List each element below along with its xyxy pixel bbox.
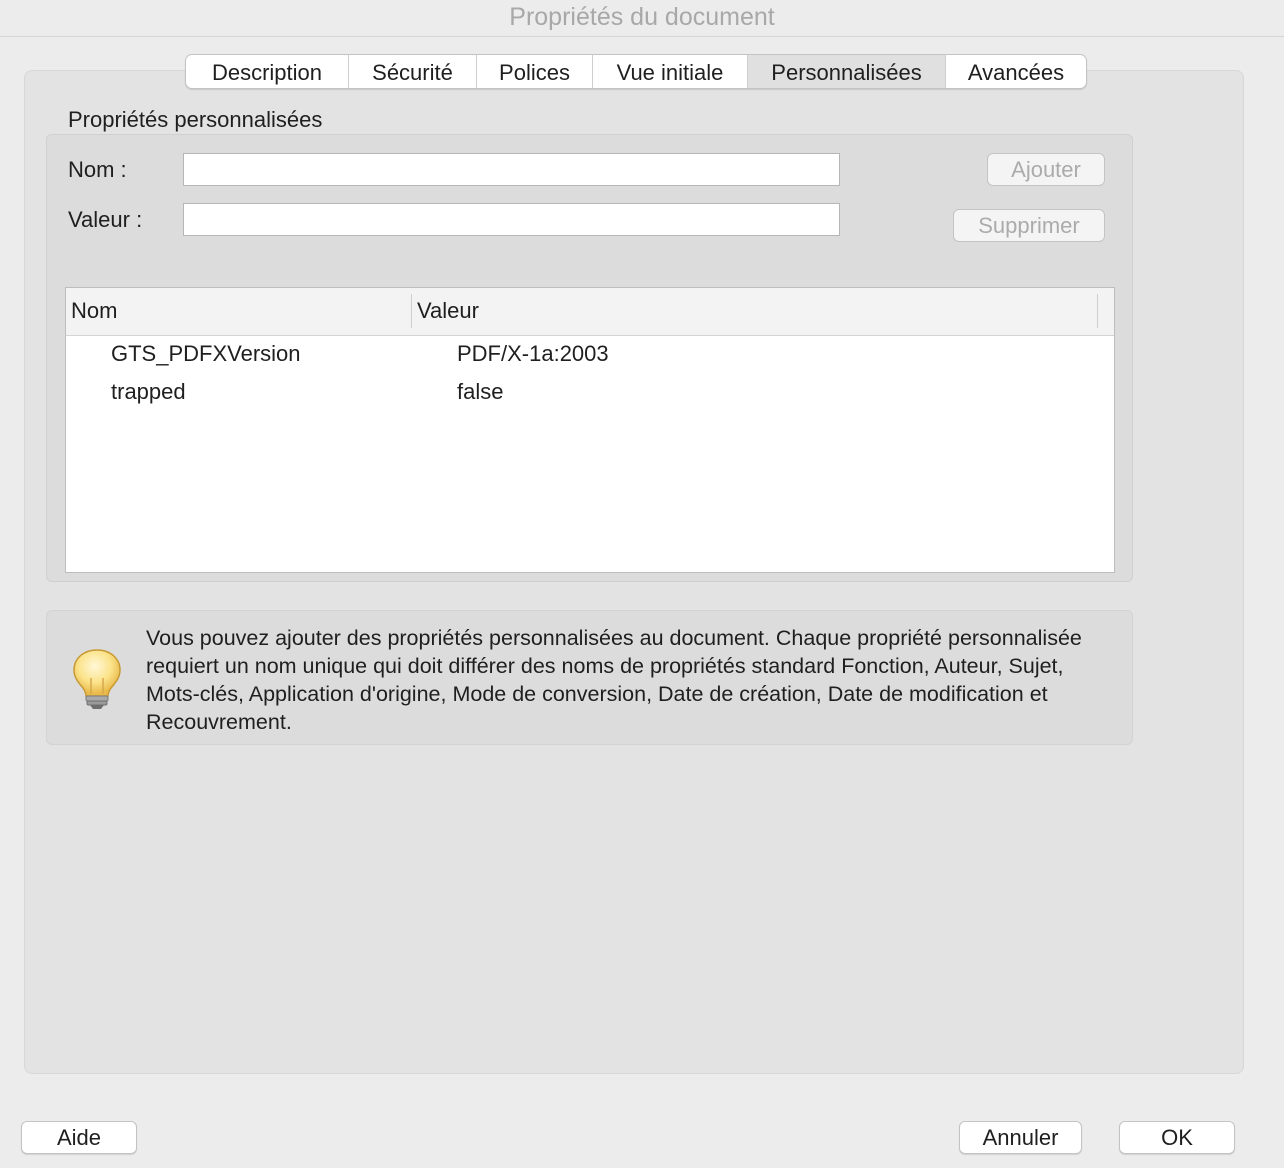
tab-bar: Description Sécurité Polices Vue initial… <box>185 54 1087 89</box>
tab-securite[interactable]: Sécurité <box>349 55 477 88</box>
custom-properties-heading: Propriétés personnalisées <box>68 107 323 132</box>
properties-table[interactable]: Nom Valeur GTS_PDFXVersion PDF/X-1a:2003… <box>65 287 1115 573</box>
row-name-cell: trapped <box>111 379 186 404</box>
add-button[interactable]: Ajouter <box>987 153 1105 186</box>
tab-personnalisees[interactable]: Personnalisées <box>748 55 946 88</box>
info-text: Vous pouvez ajouter des propriétés perso… <box>146 626 1082 734</box>
table-header: Nom Valeur <box>66 288 1114 336</box>
tab-description[interactable]: Description <box>186 55 349 88</box>
tab-avancees[interactable]: Avancées <box>946 55 1086 88</box>
column-header-name[interactable]: Nom <box>71 298 117 324</box>
title-bar: Propriétés du document <box>0 0 1284 37</box>
column-divider <box>1097 294 1098 328</box>
column-divider[interactable] <box>411 294 412 328</box>
window-title: Propriétés du document <box>509 3 775 31</box>
table-row[interactable]: GTS_PDFXVersion PDF/X-1a:2003 <box>66 336 1114 374</box>
column-header-value[interactable]: Valeur <box>417 298 479 324</box>
name-field[interactable] <box>183 153 840 186</box>
table-row[interactable]: trapped false <box>66 374 1114 412</box>
tab-vue-initiale[interactable]: Vue initiale <box>593 55 748 88</box>
value-label: Valeur : <box>68 207 143 232</box>
name-label: Nom : <box>68 157 127 182</box>
ok-button[interactable]: OK <box>1119 1121 1235 1154</box>
cancel-button[interactable]: Annuler <box>959 1121 1082 1154</box>
row-name-cell: GTS_PDFXVersion <box>111 341 301 366</box>
lightbulb-icon <box>73 649 121 709</box>
help-button[interactable]: Aide <box>21 1121 137 1154</box>
value-field[interactable] <box>183 203 840 236</box>
delete-button[interactable]: Supprimer <box>953 209 1105 242</box>
row-value-cell: PDF/X-1a:2003 <box>457 341 609 366</box>
row-value-cell: false <box>457 379 504 404</box>
tab-polices[interactable]: Polices <box>477 55 593 88</box>
